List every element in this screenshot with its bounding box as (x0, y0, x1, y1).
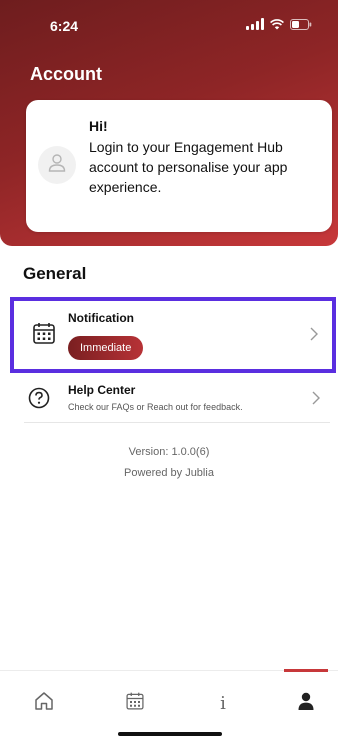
user-outline-icon (46, 152, 68, 179)
chevron-right-icon (310, 327, 318, 346)
section-title-general: General (23, 264, 87, 283)
chevron-right-icon (312, 391, 320, 410)
battery-icon (290, 18, 312, 30)
wifi-icon (270, 18, 284, 30)
help-center-title: Help Center (68, 383, 136, 397)
calendar-icon (32, 321, 56, 350)
app-version: Version: 1.0.0(6) (128, 446, 210, 458)
help-center-subtitle: Check our FAQs or Reach out for feedback… (68, 402, 243, 412)
calendar-icon (125, 691, 145, 716)
status-icons (246, 18, 312, 30)
home-indicator (118, 732, 222, 736)
tab-account[interactable] (292, 689, 320, 717)
account-header: 6:24 Account Hi! Login to your Engagemen… (0, 0, 338, 246)
avatar (38, 146, 76, 184)
tab-info[interactable]: i (209, 689, 237, 717)
tab-home[interactable] (30, 689, 58, 717)
notification-frequency-badge[interactable]: Immediate (68, 336, 144, 360)
tab-agenda[interactable] (121, 689, 149, 717)
page-title: Account (30, 64, 102, 84)
help-center-row[interactable]: Help Center Check our FAQs or Reach out … (24, 375, 330, 423)
active-tab-indicator (284, 669, 328, 672)
info-icon: i (220, 692, 226, 714)
signal-icon (246, 18, 264, 30)
help-circle-icon (28, 387, 50, 414)
login-greeting: Hi! (89, 118, 108, 134)
login-message: Login to your Engagement Hub account to … (89, 139, 288, 195)
login-card[interactable]: Hi! Login to your Engagement Hub account… (26, 100, 332, 232)
notification-settings-row[interactable]: Notification Immediate (10, 297, 336, 373)
user-filled-icon (296, 691, 316, 716)
notification-title: Notification (68, 311, 134, 325)
status-time: 6:24 (50, 18, 79, 34)
home-icon (33, 690, 55, 717)
powered-by: Powered by Jublia (124, 467, 214, 479)
